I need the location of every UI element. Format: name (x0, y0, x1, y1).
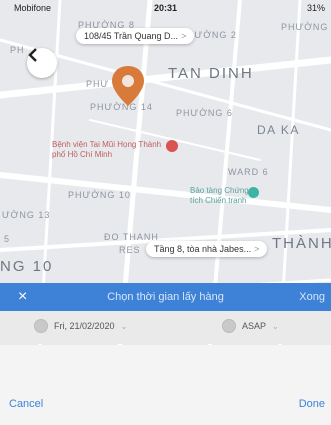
map-label: ƯỜNG 13 (2, 210, 51, 220)
museum-label: Bảo tàng Chứng tích Chiến tranh (190, 186, 249, 205)
chevron-left-icon (28, 48, 37, 62)
pickup-address: 108/45 Trần Quang D... (84, 31, 179, 41)
done-button[interactable]: Done (299, 398, 325, 410)
map-label: THÀNH (272, 235, 331, 252)
done-button[interactable]: Xong (299, 291, 325, 303)
map-label: PHƯỜNG (281, 22, 329, 32)
map-label: 5 (4, 234, 11, 244)
hospital-icon[interactable] (166, 140, 178, 152)
calendar-icon (34, 319, 48, 333)
back-button[interactable] (27, 48, 57, 78)
map-label: PHƯ (86, 79, 110, 89)
chevron-right-icon: > (254, 244, 260, 254)
map-label: RES (119, 245, 141, 255)
status-bar: Mobifone 20:31 31% (0, 0, 331, 16)
clock-icon (222, 319, 236, 333)
time-value: ASAP (242, 321, 267, 331)
dropoff-address-bubble[interactable]: Tầng 8, tòa nhà Jabes... > (146, 241, 268, 257)
picker-options-row: Fri, 21/02/2020 ⌄ ASAP ⌄ (0, 311, 331, 344)
chevron-right-icon: > (181, 31, 187, 41)
map-label: PH (10, 45, 25, 55)
map-label: WARD 6 (228, 167, 269, 177)
date-select[interactable]: Fri, 21/02/2020 ⌄ (34, 319, 127, 333)
dropoff-address: Tầng 8, tòa nhà Jabes... (154, 244, 252, 254)
map-label: DA KA (257, 123, 300, 137)
chevron-down-icon: ⌄ (120, 321, 128, 331)
hospital-label: Bệnh viện Tai Mũi Họng Thành phố Hồ Chí … (52, 140, 162, 159)
clock: 20:31 (153, 3, 178, 13)
map-label: NG 10 (0, 258, 54, 275)
pickup-address-bubble[interactable]: 108/45 Trần Quang D... > (76, 28, 195, 44)
map-label: PHƯỜNG 10 (68, 190, 131, 200)
picker-header: × Chọn thời gian lấy hàng Xong (0, 283, 331, 311)
cancel-button[interactable]: Cancel (9, 398, 43, 410)
date-value: Fri, 21/02/2020 (54, 321, 115, 331)
action-bar: Cancel Done (0, 390, 331, 420)
picker-title: Chọn thời gian lấy hàng (107, 291, 224, 303)
time-select[interactable]: ASAP ⌄ (222, 319, 279, 333)
chevron-down-icon: ⌄ (272, 321, 279, 331)
battery-label: 31% (306, 3, 325, 13)
map-label: TAN DINH (168, 65, 254, 82)
map-label: PHƯỜNG 6 (176, 108, 233, 118)
